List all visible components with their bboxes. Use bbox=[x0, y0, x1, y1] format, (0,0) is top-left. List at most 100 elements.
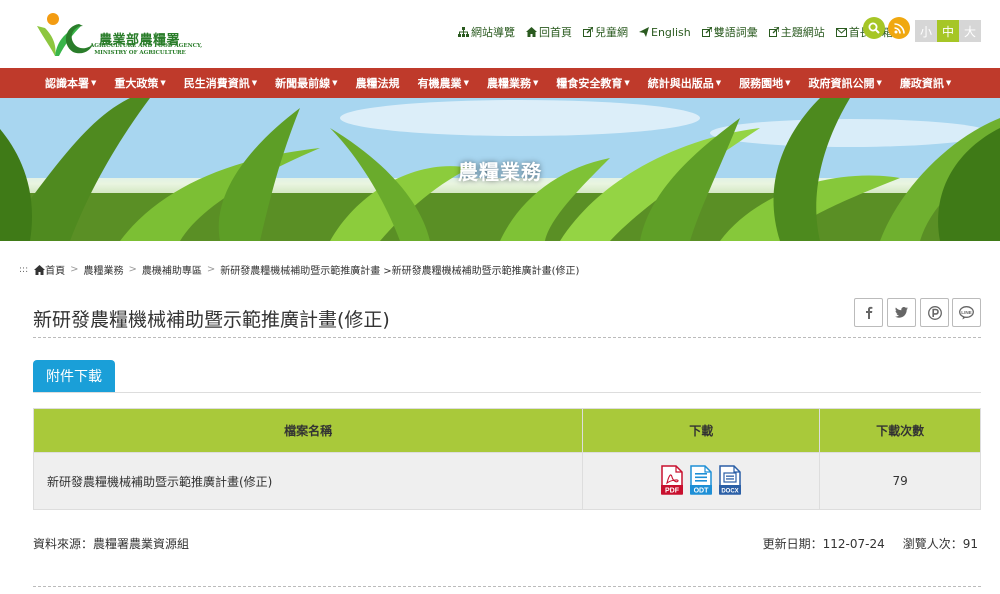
font-size-small-button[interactable]: 小 bbox=[915, 20, 937, 42]
column-header-download: 下載 bbox=[582, 408, 821, 453]
site-logo[interactable]: 農業部農糧署 AGRICULTURE AND FOOD AGENCY, MINI… bbox=[33, 10, 203, 60]
main-nav: 認識本署 ▼ 重大政策 ▼ 民生消費資訊 ▼ 新聞最前線 ▼ 農糧法規 有機農業 ▼ 農糧業務 ▼ 糧食安… bbox=[0, 68, 1000, 98]
caret-down-icon: ▼ bbox=[251, 79, 258, 87]
toplink-home[interactable]: 回首頁 bbox=[526, 24, 572, 40]
download-docx-link[interactable]: DOCX bbox=[719, 464, 742, 498]
facebook-icon bbox=[865, 306, 872, 319]
nav-item[interactable]: 糧食安全教育 ▼ bbox=[556, 75, 629, 91]
tab-divider bbox=[33, 392, 981, 393]
line-icon: LINE bbox=[959, 305, 974, 319]
toplink-label: English bbox=[651, 25, 691, 39]
breadcrumb-item[interactable]: 農糧業務 bbox=[84, 262, 124, 277]
external-link-icon bbox=[768, 27, 779, 37]
download-odt-link[interactable]: ODT bbox=[690, 464, 713, 498]
nav-item[interactable]: 廉政資訊 ▼ bbox=[900, 75, 951, 91]
toplink-kids[interactable]: 兒童網 bbox=[583, 24, 628, 40]
nav-item[interactable]: 政府資訊公開 ▼ bbox=[809, 75, 882, 91]
breadcrumb-marker: ::: bbox=[19, 264, 29, 275]
caret-down-icon: ▼ bbox=[945, 79, 952, 87]
nav-item-label: 認識本署 bbox=[45, 77, 89, 90]
site-header: 農業部農糧署 AGRICULTURE AND FOOD AGENCY, MINI… bbox=[0, 0, 1000, 68]
logo-emblem-icon bbox=[37, 13, 93, 56]
nav-item-label: 統計與出版品 bbox=[647, 77, 714, 90]
update-date: 更新日期：112-07-24 bbox=[762, 537, 885, 551]
nav-item-label: 糧食安全教育 bbox=[556, 77, 623, 90]
nav-item[interactable]: 農糧法規 bbox=[356, 75, 400, 91]
page-title: 新研發農糧機械補助暨示範推廣計畫(修正) bbox=[33, 309, 390, 331]
sitemap-icon bbox=[458, 27, 469, 37]
file-name-cell: 新研發農糧機械補助暨示範推廣計畫(修正) bbox=[32, 452, 584, 510]
caret-down-icon: ▼ bbox=[332, 79, 338, 87]
title-divider bbox=[33, 337, 981, 338]
nav-item[interactable]: 民生消費資訊 ▼ bbox=[184, 75, 257, 91]
breadcrumb-current: >新研發農糧機械補助暨示範推廣計畫(修正) bbox=[383, 266, 580, 277]
font-size-medium-button[interactable]: 中 bbox=[937, 20, 959, 42]
file-format-label: ODT bbox=[694, 487, 710, 494]
share-line-button[interactable]: LINE bbox=[952, 298, 981, 327]
toplink-theme-sites[interactable]: 主題網站 bbox=[768, 24, 825, 40]
nav-item-label: 新聞最前線 bbox=[275, 77, 331, 90]
breadcrumb-separator: > bbox=[128, 264, 137, 275]
envelope-icon bbox=[835, 27, 847, 37]
download-pdf-link[interactable]: PDF bbox=[661, 464, 684, 498]
main-nav-items: 認識本署 ▼ 重大政策 ▼ 民生消費資訊 ▼ 新聞最前線 ▼ 農糧法規 有機農業 ▼ 農糧業務 ▼ 糧食安… bbox=[45, 68, 969, 98]
nav-item-label: 農糧業務 bbox=[486, 77, 531, 90]
breadcrumb-item[interactable]: 農機補助專區 bbox=[142, 262, 202, 277]
toplink-english[interactable]: English bbox=[639, 24, 691, 40]
nav-item[interactable]: 認識本署 ▼ bbox=[45, 75, 96, 91]
external-link-icon bbox=[583, 27, 593, 37]
file-format-label: DOCX bbox=[722, 488, 739, 494]
share-twitter-button[interactable] bbox=[887, 298, 916, 327]
attachments-table: 檔案名稱 下載 下載次數 新研發農糧機械補助暨示範推廣計畫(修正) PDF OD… bbox=[32, 408, 981, 510]
caret-down-icon: ▼ bbox=[532, 79, 539, 87]
view-count: 瀏覽人次：91 bbox=[902, 537, 978, 551]
tab-attachments[interactable]: 附件下載 bbox=[33, 360, 115, 392]
search-icon bbox=[868, 22, 880, 34]
column-header-download-count: 下載次數 bbox=[819, 408, 981, 453]
breadcrumb-home[interactable]: 首頁 bbox=[45, 262, 65, 277]
font-size-large-button[interactable]: 大 bbox=[959, 20, 981, 42]
nav-item[interactable]: 農糧業務 ▼ bbox=[487, 75, 538, 91]
download-links-cell: PDF ODT DOCX bbox=[582, 452, 821, 510]
toplink-glossary[interactable]: 雙語詞彙 bbox=[701, 24, 758, 40]
top-links: 網站導覽 回首頁 兒童網 English 雙語詞彙 主題網站 首長信箱 bbox=[458, 24, 904, 40]
pdf-file-icon: PDF bbox=[661, 464, 684, 495]
caret-down-icon: ▼ bbox=[876, 79, 882, 87]
nav-item[interactable]: 統計與出版品 ▼ bbox=[648, 75, 721, 91]
logo-subtitle: AGRICULTURE AND FOOD AGENCY, MINISTRY OF… bbox=[90, 43, 203, 56]
nav-item-label: 服務園地 bbox=[739, 77, 784, 90]
bottom-divider bbox=[33, 586, 981, 587]
caret-down-icon: ▼ bbox=[91, 79, 97, 87]
nav-item-label: 廉政資訊 bbox=[899, 77, 944, 90]
external-link-icon bbox=[701, 27, 712, 37]
caret-down-icon: ▼ bbox=[785, 79, 791, 87]
nav-item[interactable]: 服務園地 ▼ bbox=[739, 75, 790, 91]
caret-down-icon: ▼ bbox=[624, 79, 630, 87]
plurk-icon bbox=[927, 305, 942, 320]
toplink-label: 回首頁 bbox=[539, 26, 572, 39]
breadcrumb-separator: > bbox=[70, 264, 79, 275]
breadcrumb: ::: 首頁 > 農糧業務 > 農機補助專區 > 新研發農糧機械補助暨示範推廣計… bbox=[19, 262, 579, 277]
nav-item[interactable]: 新聞最前線 ▼ bbox=[275, 75, 337, 91]
toplink-label: 雙語詞彙 bbox=[713, 26, 758, 39]
rss-button[interactable] bbox=[888, 17, 910, 39]
nav-item-label: 農糧法規 bbox=[355, 77, 400, 90]
breadcrumb-separator: > bbox=[206, 264, 216, 275]
column-header-filename: 檔案名稱 bbox=[32, 408, 584, 453]
toplink-sitemap[interactable]: 網站導覽 bbox=[458, 24, 515, 40]
twitter-icon bbox=[895, 307, 908, 318]
caret-down-icon: ▼ bbox=[715, 79, 722, 87]
banner-title: 農糧業務 bbox=[458, 160, 542, 184]
nav-item[interactable]: 有機農業 ▼ bbox=[418, 75, 469, 91]
toplink-label: 主題網站 bbox=[780, 26, 825, 39]
page-meta: 更新日期：112-07-24 瀏覽人次：91 bbox=[763, 535, 978, 552]
search-button[interactable] bbox=[863, 17, 885, 39]
download-count-cell: 79 bbox=[819, 452, 981, 510]
nav-item-label: 重大政策 bbox=[114, 77, 159, 90]
send-icon bbox=[639, 27, 649, 37]
share-facebook-button[interactable] bbox=[854, 298, 883, 327]
share-plurk-button[interactable] bbox=[920, 298, 949, 327]
nav-item[interactable]: 重大政策 ▼ bbox=[114, 75, 165, 91]
file-format-label: PDF bbox=[665, 487, 680, 494]
breadcrumb-item[interactable]: 新研發農糧機械補助暨示範推廣計畫 bbox=[220, 262, 380, 277]
